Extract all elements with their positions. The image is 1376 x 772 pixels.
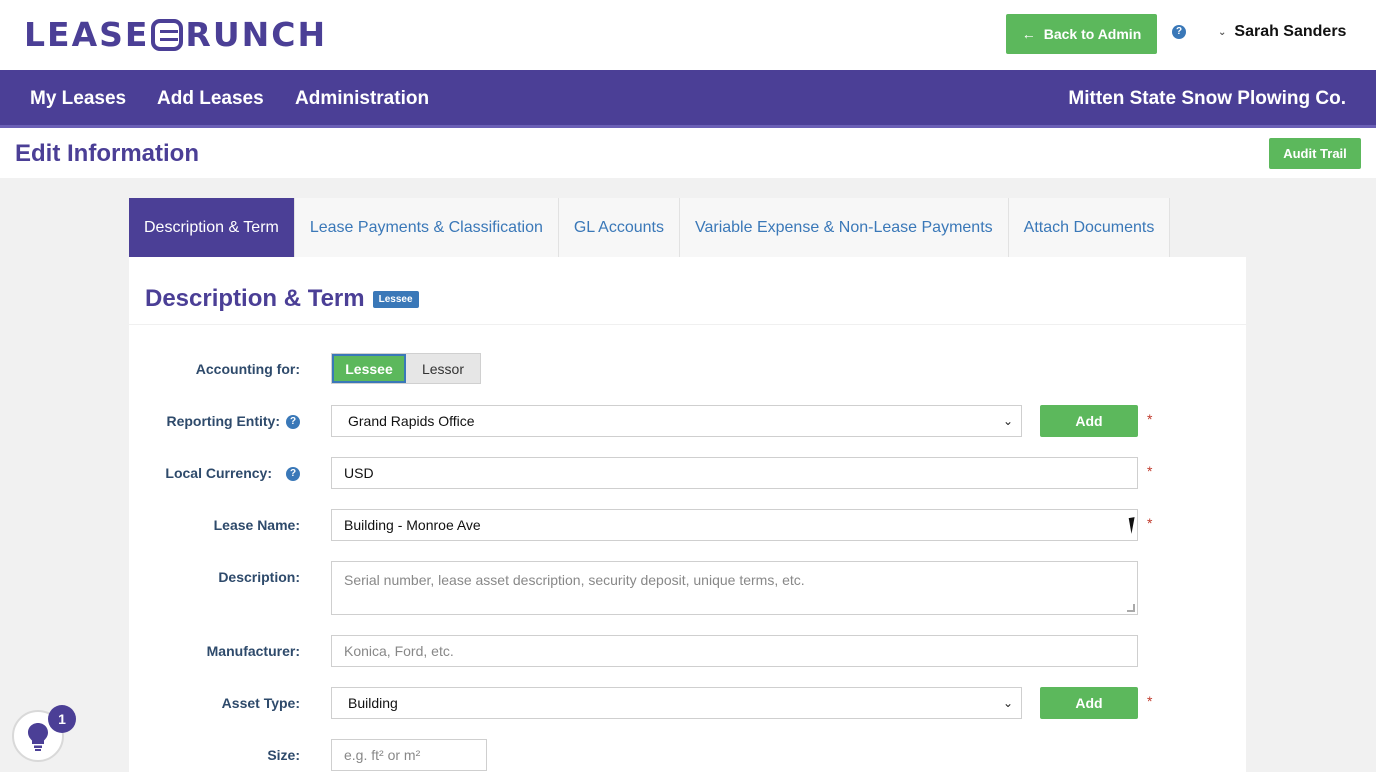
local-currency-label-text: Local Currency:	[165, 465, 272, 481]
tab-description-term[interactable]: Description & Term	[129, 198, 295, 257]
page-header: Edit Information Audit Trail	[0, 128, 1376, 178]
local-currency-input[interactable]: USD	[331, 457, 1138, 489]
reporting-entity-label-text: Reporting Entity:	[166, 413, 280, 429]
question-icon[interactable]: ?	[286, 467, 300, 482]
back-to-admin-label: Back to Admin	[1043, 26, 1142, 42]
lessor-option[interactable]: Lessor	[406, 354, 480, 383]
chevron-down-icon: ⌄	[1002, 696, 1013, 710]
user-name: Sarah Sanders	[1234, 23, 1347, 40]
reporting-entity-value: Grand Rapids Office	[348, 413, 475, 429]
description-textarea[interactable]: Serial number, lease asset description, …	[331, 561, 1138, 615]
back-to-admin-button[interactable]: ← Back to Admin	[1006, 14, 1157, 54]
asset-type-label: Asset Type:	[221, 695, 300, 711]
local-currency-label: Local Currency:?	[0, 465, 300, 482]
asset-type-select[interactable]: Building ⌄	[331, 687, 1022, 719]
add-asset-type-button[interactable]: Add	[1040, 687, 1138, 719]
tab-attach-documents[interactable]: Attach Documents	[1008, 198, 1171, 257]
resize-handle-icon[interactable]	[1127, 604, 1135, 612]
manufacturer-label: Manufacturer:	[206, 643, 300, 659]
top-bar: LEASE RUNCH ← Back to Admin ? ⌄ Sarah Sa…	[0, 0, 1376, 70]
tab-lease-payments[interactable]: Lease Payments & Classification	[294, 198, 559, 257]
required-marker: *	[1147, 693, 1153, 709]
accounting-for-label: Accounting for:	[195, 361, 300, 377]
lessee-badge: Lessee	[372, 290, 419, 308]
nav-add-leases[interactable]: Add Leases	[157, 88, 264, 110]
nav-administration[interactable]: Administration	[295, 88, 429, 110]
tab-variable-expense[interactable]: Variable Expense & Non-Lease Payments	[679, 198, 1009, 257]
company-name: Mitten State Snow Plowing Co.	[1068, 88, 1346, 109]
lease-name-label: Lease Name:	[213, 517, 300, 533]
asset-type-value: Building	[348, 695, 398, 711]
leasecrunch-logo[interactable]: LEASE RUNCH	[24, 15, 327, 54]
add-reporting-entity-button[interactable]: Add	[1040, 405, 1138, 437]
user-menu[interactable]: ⌄ Sarah Sanders	[1218, 23, 1346, 41]
lessee-option[interactable]: Lessee	[332, 354, 406, 383]
logo-text-left: LEASE	[24, 15, 150, 54]
arrow-left-icon: ←	[1021, 26, 1036, 42]
chevron-down-icon: ⌄	[1002, 414, 1013, 428]
description-label: Description:	[218, 569, 300, 585]
tab-bar: Description & Term Lease Payments & Clas…	[129, 198, 1171, 257]
audit-trail-button[interactable]: Audit Trail	[1269, 138, 1361, 169]
reporting-entity-select[interactable]: Grand Rapids Office ⌄	[331, 405, 1022, 437]
logo-mark-icon	[151, 18, 184, 51]
reporting-entity-label: Reporting Entity:?	[0, 413, 300, 430]
section-title: Description & Term Lessee	[145, 285, 419, 313]
accounting-for-toggle: Lessee Lessor	[331, 353, 481, 384]
notification-count-badge: 1	[48, 705, 76, 733]
required-marker: *	[1147, 463, 1153, 479]
main-nav: My Leases Add Leases Administration Mitt…	[0, 70, 1376, 128]
required-marker: *	[1147, 515, 1153, 531]
page-title: Edit Information	[15, 140, 199, 167]
section-title-text: Description & Term	[145, 285, 365, 312]
nav-my-leases[interactable]: My Leases	[30, 88, 126, 110]
lightbulb-icon	[28, 723, 48, 751]
mouse-cursor-icon	[1128, 516, 1144, 534]
manufacturer-input[interactable]: Konica, Ford, etc.	[331, 635, 1138, 667]
tab-gl-accounts[interactable]: GL Accounts	[558, 198, 680, 257]
question-icon[interactable]: ?	[286, 415, 300, 430]
description-placeholder: Serial number, lease asset description, …	[344, 572, 805, 588]
lease-name-input[interactable]: Building - Monroe Ave	[331, 509, 1138, 541]
help-icon[interactable]: ?	[1172, 25, 1186, 39]
chevron-down-icon: ⌄	[1218, 26, 1227, 38]
size-input[interactable]: e.g. ft² or m²	[331, 739, 487, 771]
logo-text-right: RUNCH	[185, 15, 328, 54]
required-marker: *	[1147, 411, 1153, 427]
